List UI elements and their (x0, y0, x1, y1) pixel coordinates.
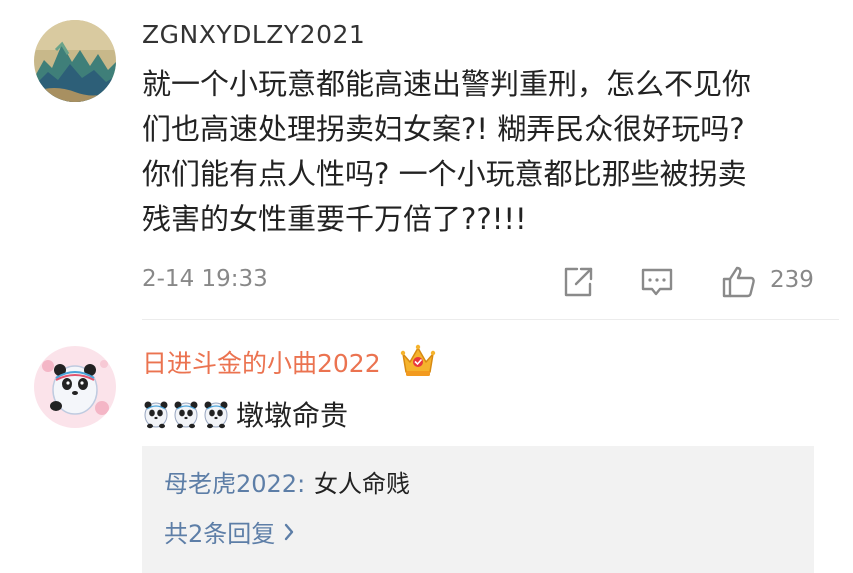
reply-username[interactable]: 母老虎2022: (164, 464, 305, 499)
avatar[interactable] (34, 346, 116, 428)
panda-emoji-icon (172, 399, 200, 429)
comment-text: 墩墩命贵 (236, 399, 349, 432)
share-icon[interactable] (561, 265, 595, 299)
reply-preview-box[interactable]: 母老虎2022: 女人命贱 共2条回复 (142, 446, 814, 573)
reply-text: 女人命贱 (314, 470, 410, 498)
view-more-label: 共2条回复 (164, 520, 276, 548)
comment-text-line: 们也高速处理拐卖妇女案?! 糊弄民众很好玩吗? (142, 112, 745, 146)
crown-icon (398, 340, 438, 380)
comment-text: 就一个小玩意都能高速出警判重刑，怎么不见你 们也高速处理拐卖妇女案?! 糊弄民众… (142, 62, 822, 242)
username[interactable]: 日进斗金的小曲2022 (142, 344, 381, 380)
comment-item: ZGNXYDLZY2021 就一个小玩意都能高速出警判重刑，怎么不见你 们也高速… (0, 0, 853, 320)
comment-text-line: 你们能有点人性吗? 一个小玩意都比那些被拐卖 (142, 157, 747, 191)
panda-emoji-icon (142, 399, 170, 429)
view-more-replies-button[interactable]: 共2条回复 (164, 514, 295, 549)
timestamp: 2-14 19:33 (142, 266, 268, 292)
panda-emoji-icon (202, 399, 230, 429)
avatar[interactable] (34, 20, 116, 102)
like-icon[interactable] (721, 265, 755, 299)
reply-icon[interactable] (640, 265, 674, 299)
chevron-right-icon (283, 520, 295, 548)
comment-text-line: 就一个小玩意都能高速出警判重刑，怎么不见你 (142, 67, 752, 101)
comment-item: 日进斗金的小曲2022 墩墩命贵 母老虎2022: 女人命贱 共2条回复 (0, 320, 853, 573)
comment-text-line: 残害的女性重要千万倍了??!!! (142, 202, 527, 236)
like-count: 239 (770, 267, 814, 293)
username[interactable]: ZGNXYDLZY2021 (142, 20, 365, 49)
emoji-row: 墩墩命贵 (142, 394, 348, 432)
